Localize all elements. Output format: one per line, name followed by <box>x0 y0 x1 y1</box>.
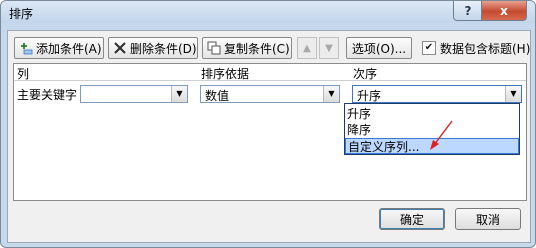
cancel-label: 取消 <box>475 212 500 227</box>
sort-dialog: 排序 ? x 添加条件(A) 删除条件(D) 复制条件(C) ▲ ▼ 选项(O)… <box>0 0 536 248</box>
ok-label: 确定 <box>399 212 424 227</box>
help-icon: ? <box>464 3 472 18</box>
dialog-body: 添加条件(A) 删除条件(D) 复制条件(C) ▲ ▼ 选项(O)... ✔ 数… <box>7 30 531 243</box>
dialog-title: 排序 <box>9 7 34 21</box>
title-bar[interactable]: 排序 ? x <box>1 1 535 23</box>
help-button[interactable]: ? <box>453 1 483 21</box>
close-button[interactable]: x <box>481 1 527 21</box>
close-icon: x <box>500 3 508 18</box>
cancel-button[interactable]: 取消 <box>455 208 521 230</box>
ok-button[interactable]: 确定 <box>379 208 445 230</box>
annotation-arrow-icon <box>430 120 453 150</box>
